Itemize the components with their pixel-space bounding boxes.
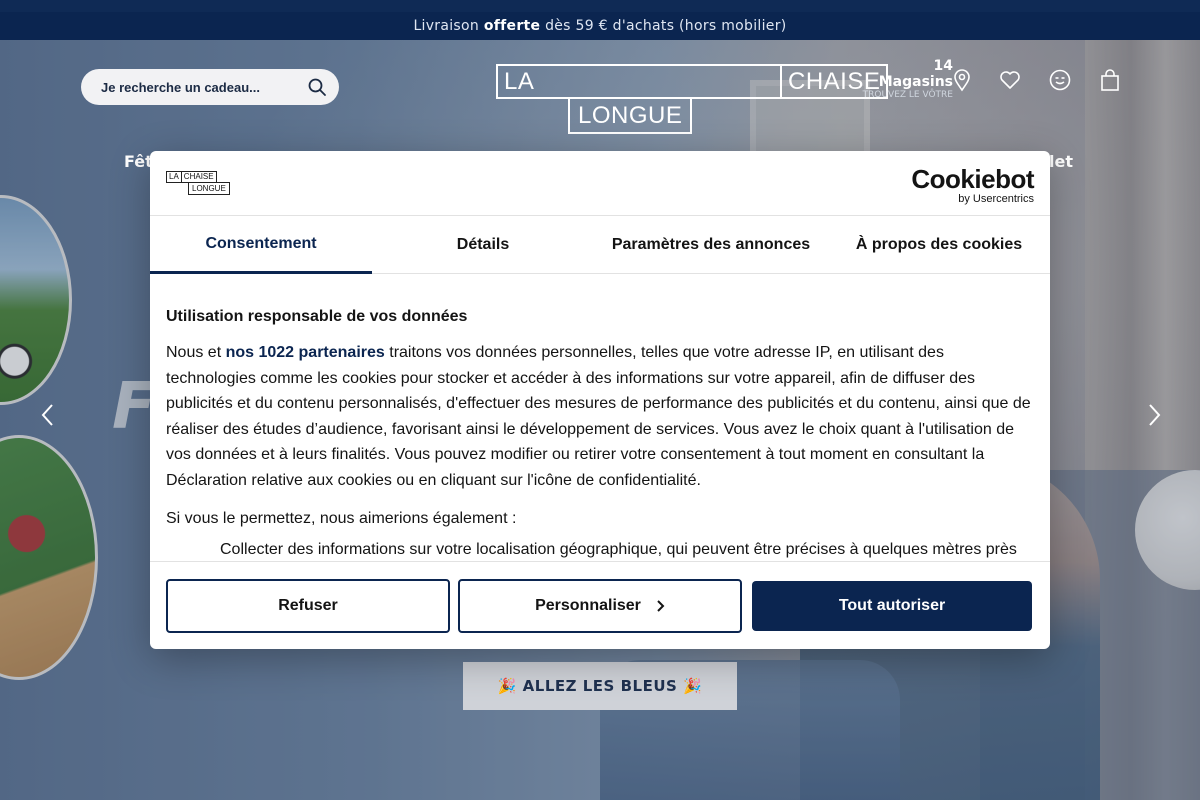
cookiebot-name: Cookiebot	[911, 164, 1034, 194]
cookie-logo-longue: LONGUE	[188, 182, 230, 195]
customize-label: Personnaliser	[535, 597, 641, 614]
hero-cta-button[interactable]: 🎉 ALLEZ LES BLEUS 🎉	[463, 662, 737, 710]
cookie-tabs: Consentement Détails Paramètres des anno…	[150, 216, 1050, 274]
cookie-para1-pre: Nous et	[166, 344, 226, 361]
customize-button[interactable]: Personnaliser	[458, 579, 742, 633]
cookie-dialog-footer: Refuser Personnaliser Tout autoriser	[150, 561, 1050, 649]
announcement-bar: Livraison offerte dès 59 € d'achats (hor…	[0, 12, 1200, 40]
tab-consentement[interactable]: Consentement	[150, 216, 372, 274]
partners-link[interactable]: nos 1022 partenaires	[226, 344, 385, 361]
logo-la: LA	[496, 64, 780, 99]
cookie-heading: Utilisation responsable de vos données	[166, 308, 468, 325]
search-bar[interactable]: Je recherche un cadeau...	[81, 69, 339, 105]
cookie-paragraph-1: Nous et nos 1022 partenaires traitons vo…	[166, 340, 1036, 493]
search-icon[interactable]	[307, 77, 327, 97]
cookie-consent-dialog: LA CHAISE LONGUE Cookiebot by Usercentri…	[150, 151, 1050, 649]
site-logo[interactable]: LA CHAISE LONGUE	[496, 64, 889, 134]
cookie-brand-logo: LA CHAISE LONGUE	[166, 171, 234, 195]
top-strip	[0, 0, 1200, 12]
announcement-post: dès 59 € d'achats (hors mobilier)	[540, 18, 787, 34]
search-placeholder: Je recherche un cadeau...	[101, 79, 260, 95]
tab-about-cookies[interactable]: À propos des cookies	[828, 216, 1050, 274]
nav-item-fetes[interactable]: Fêt	[124, 152, 153, 171]
refuse-button[interactable]: Refuser	[166, 579, 450, 633]
cookiebot-logo[interactable]: Cookiebot by Usercentrics	[911, 165, 1034, 205]
logo-longue: LONGUE	[568, 97, 693, 134]
account-icon[interactable]	[1048, 68, 1072, 92]
slider-prev-icon[interactable]	[38, 402, 58, 428]
location-pin-icon[interactable]	[950, 68, 974, 92]
cookie-para1-post: traitons vos données personnelles, telle…	[166, 344, 1031, 489]
cookie-dialog-header: LA CHAISE LONGUE Cookiebot by Usercentri…	[150, 151, 1050, 216]
cookie-paragraph-2: Si vous le permettez, nous aimerions éga…	[166, 510, 517, 527]
cookie-dialog-body[interactable]: Utilisation responsable de vos données N…	[166, 274, 1036, 561]
announcement-bold: offerte	[483, 18, 541, 34]
stores-title: 14 Magasins	[878, 58, 953, 90]
tab-details[interactable]: Détails	[372, 216, 594, 274]
tab-ad-settings[interactable]: Paramètres des annonces	[594, 216, 828, 274]
cookiebot-by: by Usercentrics	[958, 193, 1034, 205]
accept-all-button[interactable]: Tout autoriser	[752, 581, 1032, 631]
cookie-bullet-item: Collecter des informations sur votre loc…	[220, 540, 1017, 558]
heart-icon[interactable]	[998, 68, 1022, 92]
slider-next-icon[interactable]	[1144, 402, 1164, 428]
store-locator-link[interactable]: 14 Magasins TROUVEZ LE VÔTRE	[858, 58, 953, 101]
announcement-pre: Livraison	[413, 18, 484, 34]
cookie-logo-la: LA	[166, 171, 181, 183]
shopping-bag-icon[interactable]	[1098, 68, 1122, 92]
stores-subtitle: TROUVEZ LE VÔTRE	[862, 90, 953, 100]
chevron-right-icon	[657, 600, 665, 612]
